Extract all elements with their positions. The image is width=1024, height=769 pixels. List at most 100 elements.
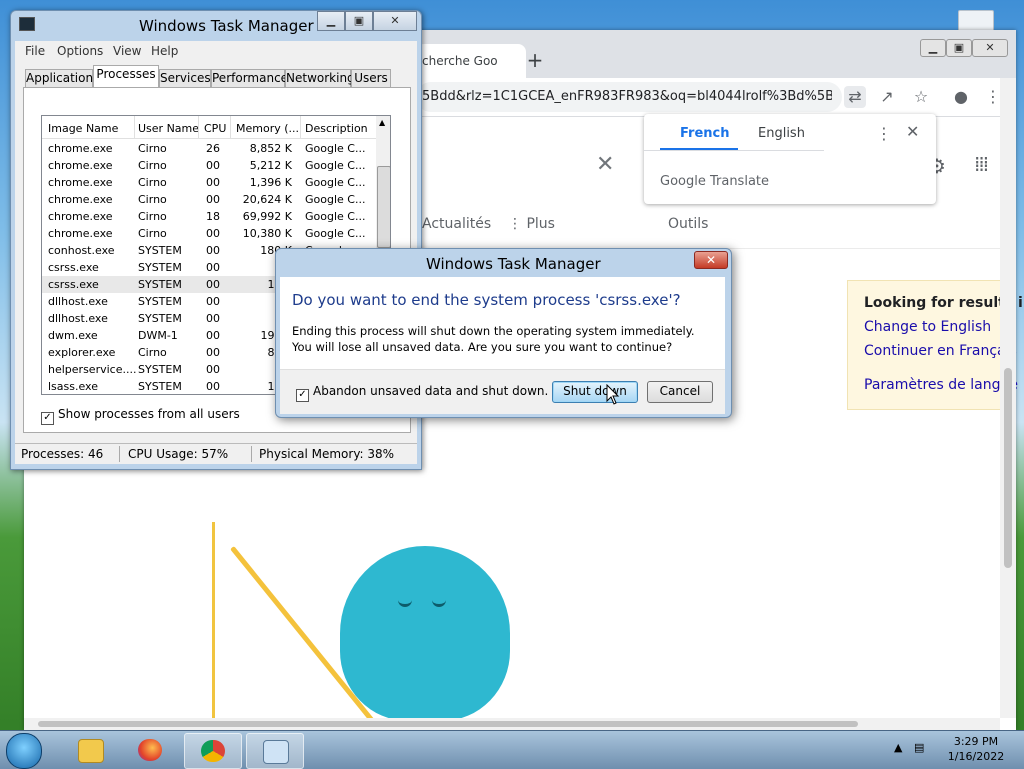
- maximize-icon[interactable]: ▣: [345, 11, 373, 31]
- taskbar-chrome[interactable]: [184, 733, 242, 769]
- cell-cpu: 00: [206, 278, 220, 291]
- scrollbar-thumb[interactable]: [1004, 368, 1012, 568]
- cell-memory: 8,852 K: [249, 142, 292, 155]
- col-cpu[interactable]: CPU: [204, 122, 226, 135]
- abandon-data-checkbox[interactable]: ✓ Abandon unsaved data and shut down.: [296, 384, 548, 402]
- cell-image-name: chrome.exe: [48, 210, 113, 223]
- close-icon[interactable]: ✕: [694, 251, 728, 269]
- minimize-icon[interactable]: ▁: [920, 39, 946, 57]
- col-image-name[interactable]: Image Name: [48, 122, 118, 135]
- nav-plus[interactable]: ⋮ Plus: [508, 216, 555, 232]
- translate-popup: French English ⋮ ✕ Google Translate: [644, 114, 936, 204]
- page-horizontal-scrollbar[interactable]: [24, 718, 1000, 730]
- link-continuer-francais[interactable]: Continuer en Français: [864, 343, 1017, 359]
- column-divider[interactable]: [300, 116, 301, 138]
- translate-options-icon[interactable]: ⋮: [876, 124, 892, 143]
- cell-memory: 10,380 K: [242, 227, 292, 240]
- col-memory[interactable]: Memory (...: [236, 122, 299, 135]
- new-tab-button[interactable]: +: [522, 48, 548, 74]
- chrome-tab-search[interactable]: cherche Goo: [416, 44, 526, 78]
- cell-image-name: chrome.exe: [48, 142, 113, 155]
- dialog-footer: ✓ Abandon unsaved data and shut down. Shu…: [280, 369, 725, 414]
- scrollbar-thumb[interactable]: [377, 166, 390, 248]
- profile-icon[interactable]: ●: [950, 86, 972, 108]
- column-divider[interactable]: [198, 116, 199, 138]
- clear-search-icon[interactable]: ✕: [596, 152, 614, 177]
- tab-performance[interactable]: Performance: [211, 69, 288, 88]
- translate-active-indicator: [660, 148, 738, 150]
- translate-tab-english[interactable]: English: [758, 126, 805, 141]
- col-description[interactable]: Description: [305, 122, 368, 135]
- show-hidden-icons-icon[interactable]: ▲: [894, 741, 902, 754]
- close-icon[interactable]: ✕: [972, 39, 1008, 57]
- table-row[interactable]: chrome.exe Cirno 00 20,624 K Google C...: [42, 191, 376, 208]
- checkbox-checked-icon[interactable]: ✓: [41, 412, 54, 425]
- cell-user-name: Cirno: [138, 159, 167, 172]
- cell-cpu: 00: [206, 312, 220, 325]
- tab-networking[interactable]: Networking: [285, 69, 355, 88]
- scroll-up-arrow-icon[interactable]: ▲: [379, 118, 385, 127]
- start-button-icon[interactable]: [6, 733, 42, 769]
- yeti-eye: [398, 598, 412, 607]
- taskbar-firefox[interactable]: [122, 733, 178, 767]
- page-vertical-scrollbar[interactable]: [1000, 78, 1016, 718]
- translate-close-icon[interactable]: ✕: [906, 122, 919, 141]
- checkbox-checked-icon[interactable]: ✓: [296, 389, 309, 402]
- table-row[interactable]: chrome.exe Cirno 18 69,992 K Google C...: [42, 208, 376, 225]
- cell-cpu: 00: [206, 193, 220, 206]
- cell-cpu: 00: [206, 227, 220, 240]
- task-manager-statusbar: Processes: 46 CPU Usage: 57% Physical Me…: [15, 443, 417, 464]
- tab-title: cherche Goo: [422, 54, 498, 68]
- taskbar-clock[interactable]: 3:29 PM 1/16/2022: [940, 734, 1012, 764]
- translate-tab-french[interactable]: French: [680, 126, 730, 141]
- cell-cpu: 00: [206, 363, 220, 376]
- col-user-name[interactable]: User Name: [138, 122, 199, 135]
- cell-user-name: SYSTEM: [138, 380, 182, 393]
- table-row[interactable]: chrome.exe Cirno 00 10,380 K Google C...: [42, 225, 376, 242]
- tab-services[interactable]: Services: [159, 69, 211, 88]
- table-row[interactable]: chrome.exe Cirno 26 8,852 K Google C...: [42, 140, 376, 157]
- cancel-button[interactable]: Cancel: [647, 381, 713, 403]
- close-icon[interactable]: ✕: [373, 11, 417, 31]
- cell-description: Google C...: [305, 210, 366, 223]
- cell-user-name: SYSTEM: [138, 261, 182, 274]
- nav-outils[interactable]: Outils: [668, 216, 708, 232]
- end-process-dialog: Windows Task Manager ✕ Do you want to en…: [275, 248, 732, 418]
- cell-image-name: lsass.exe: [48, 380, 98, 393]
- taskbar-task-manager[interactable]: [246, 733, 304, 769]
- translate-icon[interactable]: ⇄: [844, 86, 866, 108]
- link-change-english[interactable]: Change to English: [864, 319, 991, 335]
- tab-users[interactable]: Users: [351, 69, 391, 88]
- table-row[interactable]: chrome.exe Cirno 00 1,396 K Google C...: [42, 174, 376, 191]
- google-translate-brand: Google Translate: [660, 174, 770, 189]
- share-icon[interactable]: ↗: [876, 86, 898, 108]
- column-divider[interactable]: [134, 116, 135, 138]
- tab-applications[interactable]: Applications: [25, 69, 99, 88]
- link-parametres-langue[interactable]: Paramètres de langue: [864, 377, 1018, 393]
- menu-file[interactable]: File: [25, 44, 45, 58]
- yeti-illustration: [340, 546, 510, 721]
- table-row[interactable]: chrome.exe Cirno 00 5,212 K Google C...: [42, 157, 376, 174]
- minimize-icon[interactable]: ▁: [317, 11, 345, 31]
- menu-options[interactable]: Options: [57, 44, 103, 58]
- menu-help[interactable]: Help: [151, 44, 178, 58]
- maximize-icon[interactable]: ▣: [946, 39, 972, 57]
- url-text: 5Bdd&rlz=1C1GCEA_enFR983FR983&oq=bl4044l…: [422, 89, 832, 104]
- cell-memory: 1,396 K: [249, 176, 292, 189]
- cell-description: Google C...: [305, 227, 366, 240]
- menu-view[interactable]: View: [113, 44, 141, 58]
- column-divider[interactable]: [230, 116, 231, 138]
- taskbar-explorer[interactable]: [62, 733, 118, 767]
- shutdown-button[interactable]: Shut down: [552, 381, 638, 403]
- network-icon[interactable]: ▤: [914, 741, 924, 754]
- cell-user-name: SYSTEM: [138, 278, 182, 291]
- task-manager-title: Windows Task Manager: [139, 17, 314, 35]
- scrollbar-thumb[interactable]: [38, 721, 858, 727]
- tab-processes[interactable]: Processes: [93, 65, 159, 89]
- google-apps-icon[interactable]: ⁞⁞⁞: [974, 152, 989, 176]
- nav-actualites[interactable]: Actualités: [422, 216, 491, 232]
- status-divider: [119, 446, 120, 462]
- address-bar[interactable]: 5Bdd&rlz=1C1GCEA_enFR983FR983&oq=bl4044l…: [416, 82, 842, 112]
- show-all-users-checkbox[interactable]: ✓ Show processes from all users: [41, 407, 240, 425]
- bookmark-star-icon[interactable]: ☆: [910, 86, 932, 108]
